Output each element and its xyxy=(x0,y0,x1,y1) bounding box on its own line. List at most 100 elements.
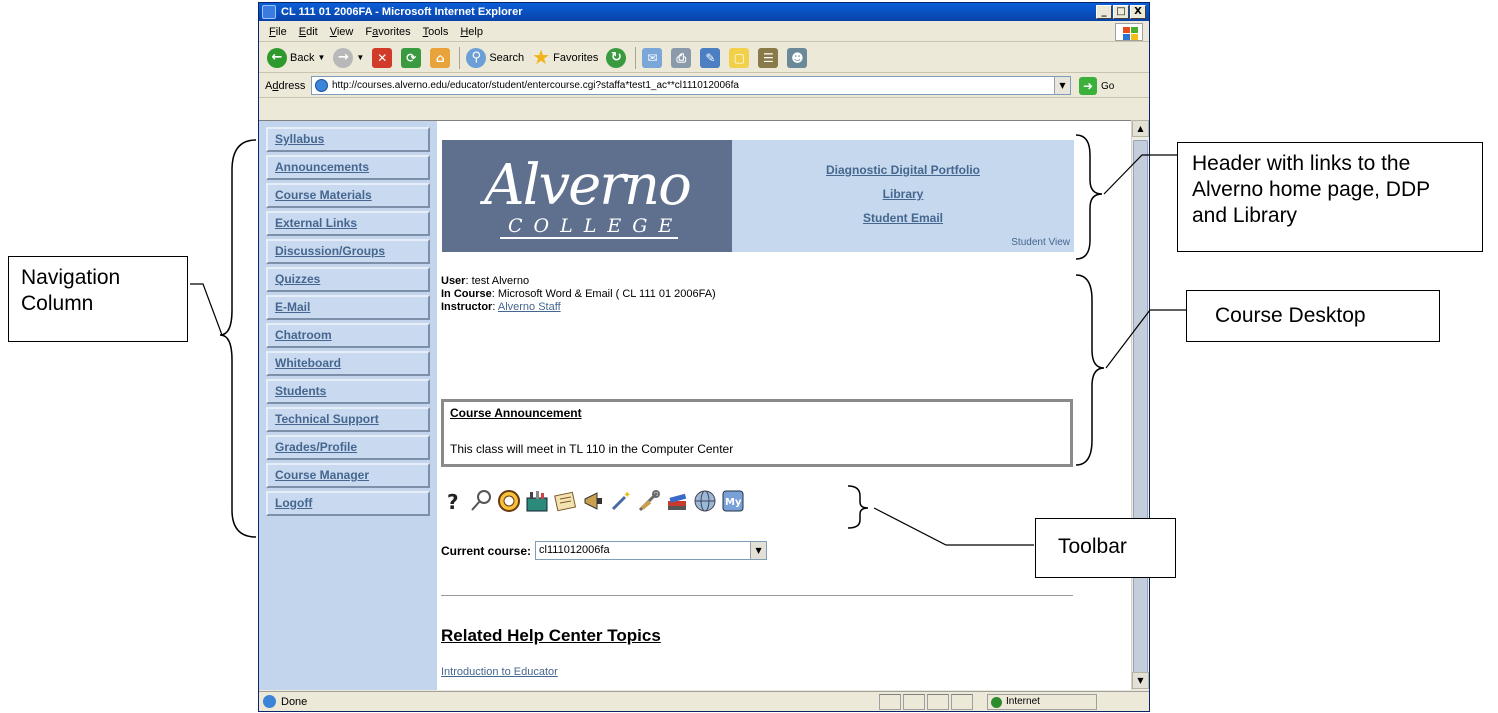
mail-icon[interactable]: ✉ xyxy=(642,47,663,68)
nav-syllabus[interactable]: Syllabus xyxy=(266,127,430,152)
intro-educator-link[interactable]: Introduction to Educator xyxy=(441,666,558,678)
edit-icon[interactable]: ✎ xyxy=(700,47,721,68)
browser-window: CL 111 01 2006FA - Microsoft Internet Ex… xyxy=(258,2,1150,712)
back-arrow-icon: ← xyxy=(267,47,287,68)
menu-view[interactable]: View xyxy=(330,22,354,41)
history-icon[interactable]: ↻ xyxy=(606,47,627,68)
nav-whiteboard[interactable]: Whiteboard xyxy=(266,351,430,376)
back-label: Back xyxy=(290,51,315,64)
toolbar-callout: Toolbar xyxy=(1035,518,1176,578)
nav-quizzes[interactable]: Quizzes xyxy=(266,267,430,292)
scroll-thumb[interactable] xyxy=(1133,140,1148,676)
student-email-link[interactable]: Student Email xyxy=(732,206,1074,230)
my-page-icon[interactable]: My xyxy=(721,489,745,513)
go-button[interactable]: ➜ Go xyxy=(1079,77,1114,95)
search-button[interactable]: ⚲ Search xyxy=(466,47,525,68)
scroll-up-icon[interactable]: ▲ xyxy=(1132,120,1149,137)
magic-wand-icon[interactable]: ✦ xyxy=(609,489,633,513)
instructor-link[interactable]: Alverno Staff xyxy=(498,301,561,313)
current-course: Current course: cl111012006fa ▼ xyxy=(441,541,768,560)
svg-text:✦: ✦ xyxy=(623,490,631,501)
stop-icon[interactable]: ✕ xyxy=(372,47,393,68)
address-dropdown-icon[interactable]: ▼ xyxy=(1054,77,1070,94)
messenger-icon[interactable]: ☻ xyxy=(787,47,808,68)
search-icon[interactable] xyxy=(469,489,493,513)
books-icon[interactable] xyxy=(665,489,689,513)
nav-discussion-groups[interactable]: Discussion/Groups xyxy=(266,239,430,264)
header-banner: Alverno COLLEGE Diagnostic Digital Portf… xyxy=(442,140,1074,252)
calendar-icon[interactable] xyxy=(497,489,521,513)
chevron-down-icon[interactable]: ▼ xyxy=(750,542,767,559)
nav-external-links[interactable]: External Links xyxy=(266,211,430,236)
menu-file[interactable]: File xyxy=(269,22,287,41)
menu-favorites[interactable]: Favorites xyxy=(365,22,410,41)
megaphone-icon[interactable] xyxy=(581,489,605,513)
course-value: Microsoft Word & Email ( CL 111 01 2006F… xyxy=(497,288,716,300)
nav-course-manager[interactable]: Course Manager xyxy=(266,463,430,488)
zone-label: Internet xyxy=(1006,696,1040,707)
navigation-column: Syllabus Announcements Course Materials … xyxy=(259,121,437,690)
course-desktop-callout: Course Desktop xyxy=(1186,290,1440,342)
course-select[interactable]: cl111012006fa ▼ xyxy=(535,541,768,560)
nav-course-materials[interactable]: Course Materials xyxy=(266,183,430,208)
star-icon: ★ xyxy=(532,47,551,69)
instructor-label: Instructor xyxy=(441,301,493,313)
maximize-button[interactable]: □ xyxy=(1113,5,1129,19)
course-select-value: cl111012006fa xyxy=(539,544,610,556)
svg-text:My: My xyxy=(725,497,742,508)
research-icon[interactable]: ☰ xyxy=(758,47,779,68)
library-link[interactable]: Library xyxy=(732,182,1074,206)
toolbox-icon[interactable] xyxy=(525,489,549,513)
course-label: In Course xyxy=(441,288,492,300)
header-callout: Header with links to the Alverno home pa… xyxy=(1177,142,1483,252)
print-icon[interactable]: ⎙ xyxy=(671,47,692,68)
title-bar[interactable]: CL 111 01 2006FA - Microsoft Internet Ex… xyxy=(259,3,1149,21)
address-input[interactable]: http://courses.alverno.edu/educator/stud… xyxy=(311,76,1071,95)
favorites-label: Favorites xyxy=(553,51,599,64)
page-viewport: Syllabus Announcements Course Materials … xyxy=(259,120,1131,690)
course-announcement: Course Announcement This class will meet… xyxy=(441,399,1073,467)
favorites-button[interactable]: ★ Favorites xyxy=(532,45,598,70)
refresh-icon[interactable]: ⟳ xyxy=(401,47,422,68)
scroll-down-icon[interactable]: ▼ xyxy=(1132,672,1149,689)
windows-logo-icon xyxy=(1115,23,1143,41)
search-icon: ⚲ xyxy=(466,47,487,68)
menu-edit[interactable]: Edit xyxy=(299,22,318,41)
close-button[interactable]: X xyxy=(1130,5,1146,19)
minimize-button[interactable]: _ xyxy=(1096,5,1112,19)
notes-icon[interactable] xyxy=(553,489,577,513)
page-done-icon xyxy=(263,695,276,708)
nav-chatroom[interactable]: Chatroom xyxy=(266,323,430,348)
navigation-callout: Navigation Column xyxy=(8,256,188,342)
forward-button[interactable]: → ▼ xyxy=(333,47,364,68)
menu-help[interactable]: Help xyxy=(460,22,483,41)
nav-announcements[interactable]: Announcements xyxy=(266,155,430,180)
nav-email[interactable]: E-Mail xyxy=(266,295,430,320)
nav-grades-profile[interactable]: Grades/Profile xyxy=(266,435,430,460)
ddp-link[interactable]: Diagnostic Digital Portfolio xyxy=(732,158,1074,182)
course-toolbar: ? ✦ My xyxy=(441,481,749,521)
student-view-label: Student View xyxy=(1011,237,1070,248)
search-label: Search xyxy=(489,51,525,64)
back-button[interactable]: ← Back ▼ xyxy=(267,47,325,68)
help-icon[interactable]: ? xyxy=(441,489,465,514)
go-label: Go xyxy=(1101,80,1115,92)
menu-bar: File Edit View Favorites Tools Help xyxy=(259,22,1149,42)
nav-technical-support[interactable]: Technical Support xyxy=(266,407,430,432)
menu-tools[interactable]: Tools xyxy=(423,22,449,41)
alverno-logo[interactable]: Alverno COLLEGE xyxy=(442,140,732,252)
current-course-label: Current course xyxy=(441,543,528,558)
vertical-scrollbar[interactable]: ▲ ▼ xyxy=(1131,120,1149,690)
globe-icon[interactable] xyxy=(693,489,717,513)
header-links: Diagnostic Digital Portfolio Library Stu… xyxy=(732,158,1074,230)
home-icon[interactable]: ⌂ xyxy=(430,47,451,68)
announcement-title: Course Announcement xyxy=(450,406,582,420)
tools-icon[interactable] xyxy=(637,489,661,513)
status-text: Done xyxy=(281,696,308,708)
nav-logoff[interactable]: Logoff xyxy=(266,491,430,516)
discuss-icon[interactable]: ▢ xyxy=(729,47,750,68)
user-value: test Alverno xyxy=(471,275,530,287)
user-label: User xyxy=(441,275,466,287)
nav-students[interactable]: Students xyxy=(266,379,430,404)
internet-globe-icon xyxy=(991,697,1002,708)
